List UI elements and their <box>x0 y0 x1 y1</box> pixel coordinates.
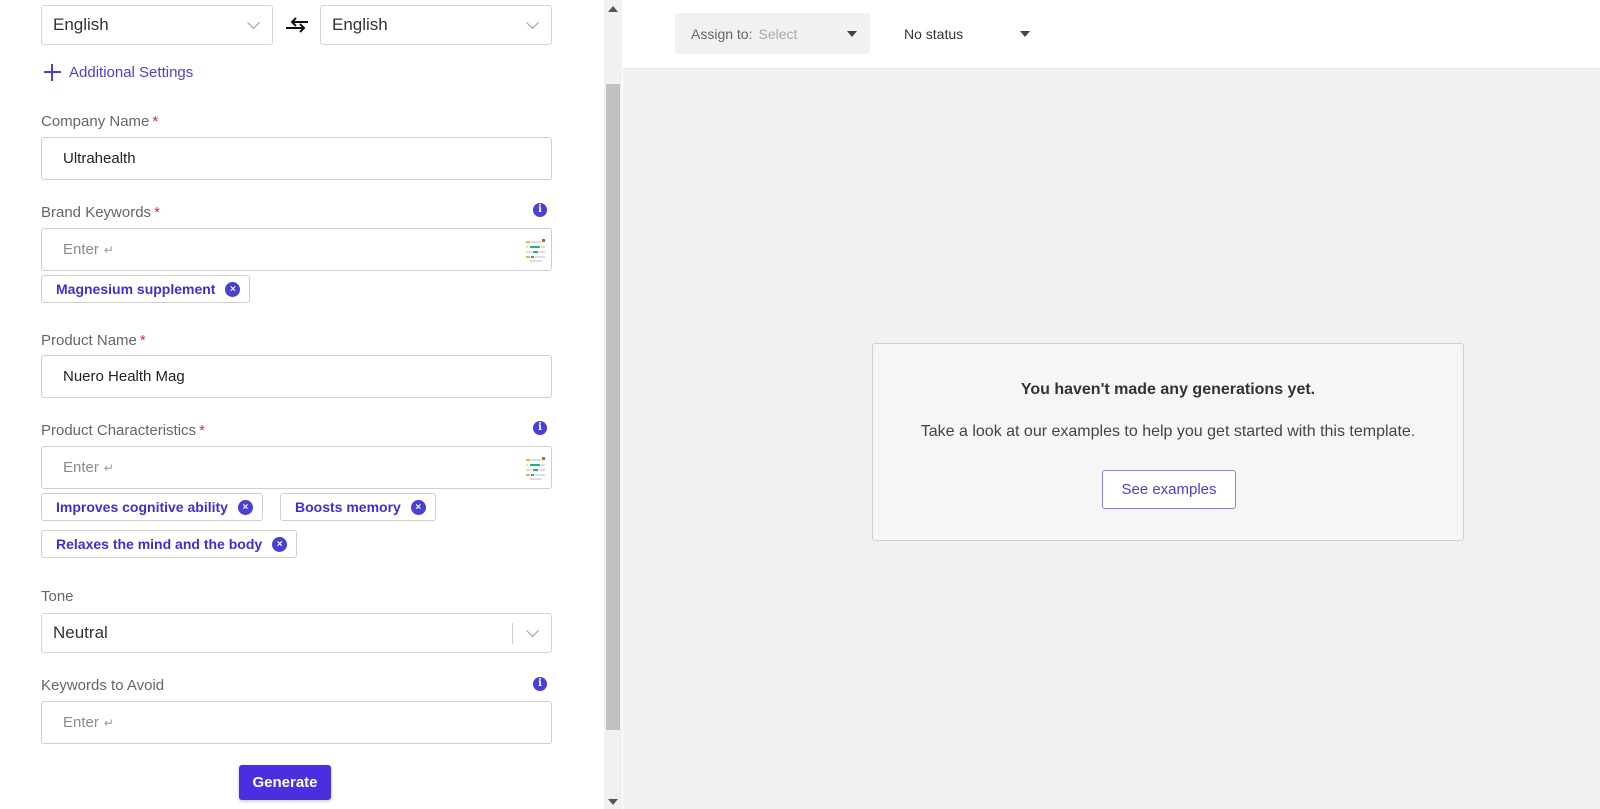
keyword-chip-label: Magnesium supplement <box>56 281 216 297</box>
info-icon[interactable]: i <box>533 203 547 217</box>
product-name-value: Nuero Health Mag <box>63 368 185 385</box>
remove-chip-icon[interactable]: × <box>237 499 253 515</box>
form-scrollbar[interactable] <box>604 0 622 809</box>
status-value: No status <box>904 25 964 42</box>
product-characteristics-placeholder: Enter <box>63 459 99 476</box>
target-language-value: English <box>332 15 388 34</box>
empty-state-card: You haven't made any generations yet. Ta… <box>872 343 1464 541</box>
enter-key-icon: ↵ <box>103 460 114 475</box>
scrollbar-thumb[interactable] <box>606 84 620 730</box>
tone-select[interactable]: Neutral <box>41 613 552 653</box>
product-name-label: Product Name * <box>41 332 146 349</box>
company-name-value: Ultrahealth <box>63 150 136 167</box>
status-select[interactable]: No status <box>904 13 1044 54</box>
empty-state-title: You haven't made any generations yet. <box>1020 381 1316 398</box>
source-language-select[interactable]: English <box>41 5 273 45</box>
assign-to-select[interactable]: Assign to: Select <box>675 13 870 54</box>
output-toolbar: Assign to: Select No status <box>623 0 1600 69</box>
remove-chip-icon[interactable]: × <box>410 499 426 515</box>
keywords-to-avoid-input[interactable]: Enter ↵ <box>41 701 552 744</box>
brand-keywords-label: Brand Keywords * <box>41 204 160 221</box>
product-characteristics-input[interactable]: Enter ↵ <box>41 446 552 489</box>
company-name-input[interactable]: Ultrahealth <box>41 137 552 180</box>
characteristic-chip: Relaxes the mind and the body × <box>41 530 298 558</box>
additional-settings-label: Additional Settings <box>69 64 194 81</box>
product-characteristics-label-text: Product Characteristics <box>41 422 197 439</box>
caret-down-icon <box>1020 31 1030 37</box>
brand-keywords-input[interactable]: Enter ↵ <box>41 228 552 271</box>
empty-state-message: Take a look at our examples to help you … <box>920 423 1416 440</box>
assign-to-placeholder: Select <box>758 25 798 42</box>
plus-icon <box>44 64 61 81</box>
additional-settings-link[interactable]: Additional Settings <box>44 64 193 81</box>
required-mark: * <box>199 422 205 439</box>
remove-chip-icon[interactable]: × <box>225 281 241 297</box>
enter-key-icon: ↵ <box>103 242 114 257</box>
enter-key-icon: ↵ <box>103 715 114 730</box>
keywords-to-avoid-placeholder: Enter <box>63 714 99 731</box>
swap-languages-icon[interactable] <box>284 14 310 36</box>
source-language-value: English <box>53 15 109 34</box>
tone-label-text: Tone <box>41 588 74 605</box>
assign-to-label: Assign to: <box>691 25 753 42</box>
characteristic-chip: Improves cognitive ability × <box>41 493 263 521</box>
keywords-to-avoid-label: Keywords to Avoid <box>41 677 164 694</box>
company-name-label: Company Name * <box>41 113 158 130</box>
info-icon[interactable]: i <box>533 421 547 435</box>
generate-button[interactable]: Generate <box>239 765 331 800</box>
chevron-down-icon <box>526 624 539 638</box>
characteristic-chip-label: Boosts memory <box>295 499 401 515</box>
brand-keywords-label-text: Brand Keywords <box>41 204 152 221</box>
keyword-suggest-icon[interactable] <box>524 238 546 262</box>
keywords-to-avoid-label-text: Keywords to Avoid <box>41 677 165 694</box>
scroll-up-icon[interactable] <box>608 6 618 12</box>
target-language-select[interactable]: English <box>320 5 552 45</box>
required-mark: * <box>139 332 146 349</box>
info-icon[interactable]: i <box>533 677 547 691</box>
product-name-input[interactable]: Nuero Health Mag <box>41 355 552 398</box>
characteristic-chip-label: Improves cognitive ability <box>56 499 228 515</box>
select-divider <box>512 623 513 644</box>
remove-chip-icon[interactable]: × <box>272 536 288 552</box>
characteristic-chip-label: Relaxes the mind and the body <box>56 536 263 552</box>
tone-value: Neutral <box>53 623 108 642</box>
product-name-label-text: Product Name <box>41 332 137 349</box>
product-characteristics-label: Product Characteristics * <box>41 422 205 439</box>
characteristic-chip: Boosts memory × <box>280 493 436 521</box>
tone-label: Tone <box>41 588 74 605</box>
generation-form-panel: English English Additional Settings Comp… <box>0 0 604 809</box>
output-panel: Assign to: Select No status You haven't … <box>623 0 1600 809</box>
see-examples-button[interactable]: See examples <box>1102 470 1236 509</box>
brand-keywords-placeholder: Enter <box>63 241 99 258</box>
scroll-down-icon[interactable] <box>608 799 618 805</box>
required-mark: * <box>152 113 159 130</box>
chevron-down-icon <box>526 16 539 30</box>
required-mark: * <box>154 204 160 221</box>
company-name-label-text: Company Name <box>41 113 150 130</box>
caret-down-icon <box>847 31 857 37</box>
chevron-down-icon <box>247 16 260 30</box>
keyword-chip: Magnesium supplement × <box>41 275 251 303</box>
keyword-suggest-icon[interactable] <box>524 456 546 480</box>
